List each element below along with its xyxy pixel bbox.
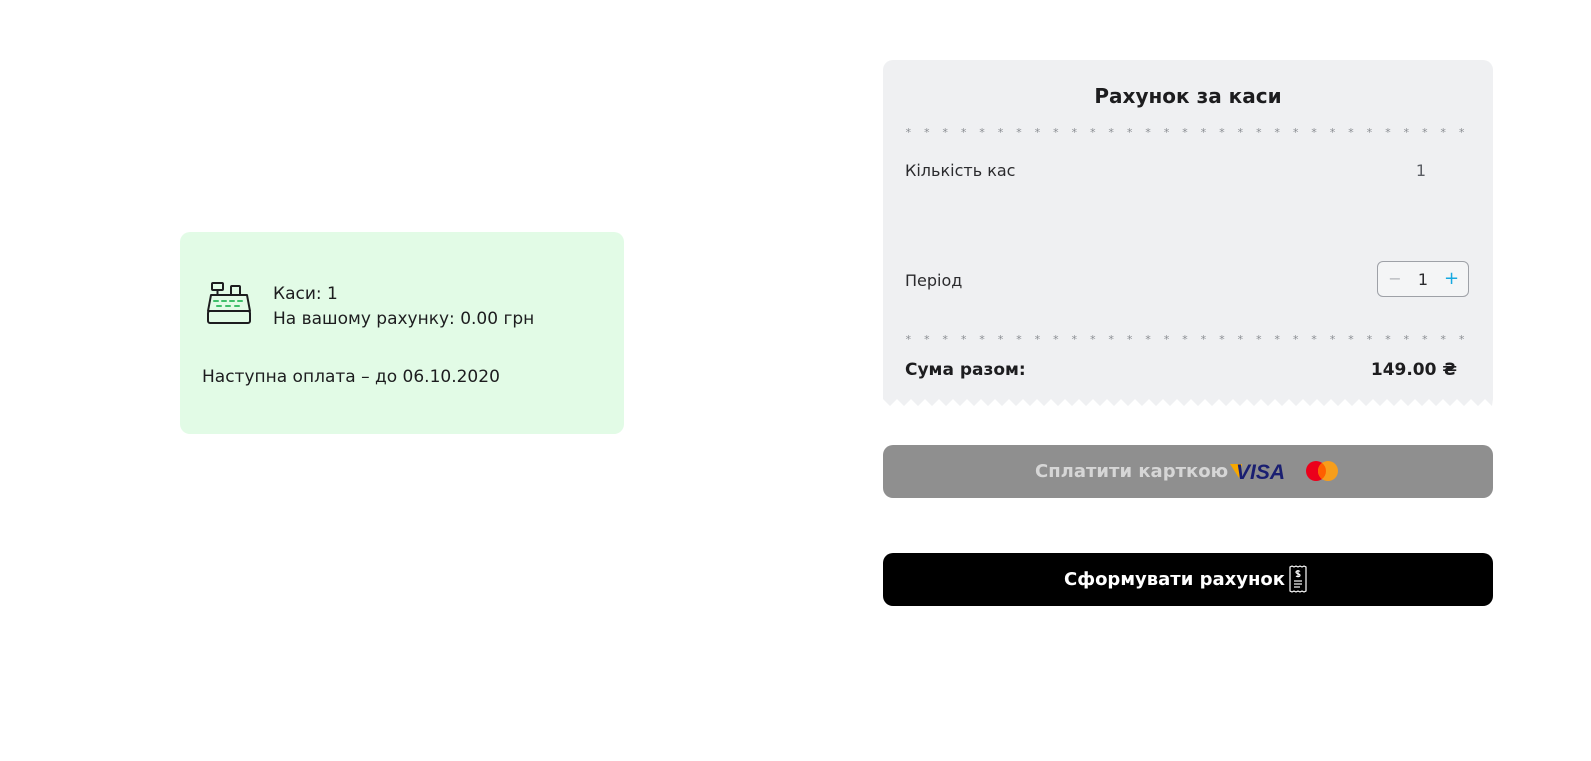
pay-by-card-label: Сплатити карткою — [1035, 461, 1229, 482]
receipt-divider: * * * * * * * * * * * * * * * * * * * * … — [905, 126, 1471, 138]
receipt-title: Рахунок за каси — [1094, 84, 1282, 108]
invoice-receipt: Рахунок за каси * * * * * * * * * * * * … — [883, 60, 1493, 408]
registers-count: Каси: 1 — [273, 284, 338, 304]
receipt-torn-edge — [883, 399, 1493, 408]
quantity-value: 1 — [1415, 161, 1426, 180]
period-label: Період — [905, 271, 963, 290]
next-payment-date: Наступна оплата – до 06.10.2020 — [202, 367, 500, 387]
visa-text: VISA — [1236, 461, 1285, 484]
account-info-card: Каси: 1 На вашому рахунку: 0.00 грн Наст… — [180, 232, 624, 434]
generate-invoice-label: Сформувати рахунок — [1064, 569, 1286, 590]
total-label: Сума разом: — [905, 360, 1026, 380]
period-value[interactable]: 1 — [1414, 270, 1432, 289]
pay-by-card-button[interactable]: Сплатити карткою VISA — [883, 445, 1493, 498]
quantity-label: Кількість кас — [905, 161, 1016, 180]
visa-logo-icon: VISA — [1230, 461, 1285, 484]
account-balance: На вашому рахунку: 0.00 грн — [273, 309, 535, 329]
period-stepper[interactable]: − 1 + — [1377, 261, 1469, 297]
invoice-receipt-icon — [1289, 565, 1307, 593]
cash-register-icon — [205, 281, 253, 329]
mastercard-logo-icon — [1306, 461, 1338, 481]
period-decrement-button[interactable]: − — [1388, 269, 1402, 288]
total-value: 149.00 ₴ — [1370, 360, 1457, 380]
period-increment-button[interactable]: + — [1444, 268, 1459, 289]
receipt-divider: * * * * * * * * * * * * * * * * * * * * … — [905, 333, 1471, 345]
generate-invoice-button[interactable]: Сформувати рахунок — [883, 553, 1493, 606]
